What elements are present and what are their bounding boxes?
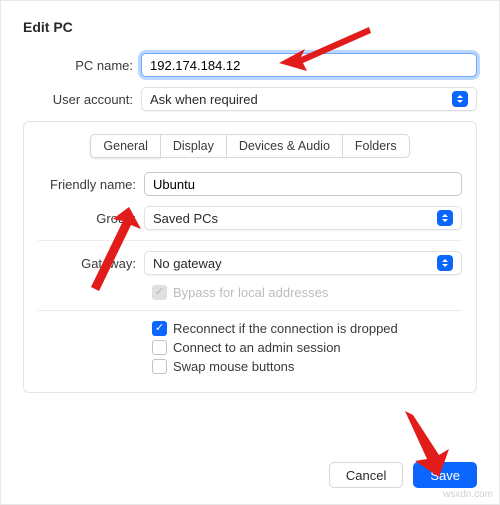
admin-row: Connect to an admin session — [152, 340, 462, 355]
swap-checkbox[interactable] — [152, 359, 167, 374]
separator — [38, 240, 462, 241]
swap-row: Swap mouse buttons — [152, 359, 462, 374]
reconnect-row: Reconnect if the connection is dropped — [152, 321, 462, 336]
gateway-value: No gateway — [153, 256, 222, 271]
save-button[interactable]: Save — [413, 462, 477, 488]
separator — [38, 310, 462, 311]
swap-label: Swap mouse buttons — [173, 359, 294, 374]
user-account-label: User account: — [23, 92, 141, 107]
tab-display[interactable]: Display — [161, 134, 227, 158]
updown-icon — [437, 210, 453, 226]
watermark: wsxdn.com — [443, 489, 493, 500]
group-label: Group: — [38, 211, 144, 226]
friendly-name-row: Friendly name: — [38, 172, 462, 196]
tab-bar: General Display Devices & Audio Folders — [38, 134, 462, 158]
tab-general[interactable]: General — [90, 134, 160, 158]
user-account-value: Ask when required — [150, 92, 258, 107]
gateway-select[interactable]: No gateway — [144, 251, 462, 275]
friendly-name-label: Friendly name: — [38, 177, 144, 192]
bypass-label: Bypass for local addresses — [173, 285, 328, 300]
gateway-row: Gateway: No gateway — [38, 251, 462, 275]
tab-folders[interactable]: Folders — [343, 134, 410, 158]
bypass-row: Bypass for local addresses — [152, 285, 462, 300]
bypass-checkbox — [152, 285, 167, 300]
reconnect-checkbox[interactable] — [152, 321, 167, 336]
updown-icon — [437, 255, 453, 271]
cancel-button[interactable]: Cancel — [329, 462, 403, 488]
friendly-name-input[interactable] — [144, 172, 462, 196]
group-row: Group: Saved PCs — [38, 206, 462, 230]
admin-label: Connect to an admin session — [173, 340, 341, 355]
pc-name-label: PC name: — [23, 58, 141, 73]
group-value: Saved PCs — [153, 211, 218, 226]
dialog-footer: Cancel Save — [329, 462, 477, 488]
gateway-label: Gateway: — [38, 256, 144, 271]
pc-name-row: PC name: — [23, 53, 477, 77]
updown-icon — [452, 91, 468, 107]
dialog-title: Edit PC — [23, 19, 477, 35]
admin-checkbox[interactable] — [152, 340, 167, 355]
edit-pc-dialog: Edit PC PC name: User account: Ask when … — [0, 0, 500, 505]
reconnect-label: Reconnect if the connection is dropped — [173, 321, 398, 336]
pc-name-input[interactable] — [141, 53, 477, 77]
group-select[interactable]: Saved PCs — [144, 206, 462, 230]
settings-panel: General Display Devices & Audio Folders … — [23, 121, 477, 393]
user-account-select[interactable]: Ask when required — [141, 87, 477, 111]
user-account-row: User account: Ask when required — [23, 87, 477, 111]
tab-devices-audio[interactable]: Devices & Audio — [227, 134, 343, 158]
